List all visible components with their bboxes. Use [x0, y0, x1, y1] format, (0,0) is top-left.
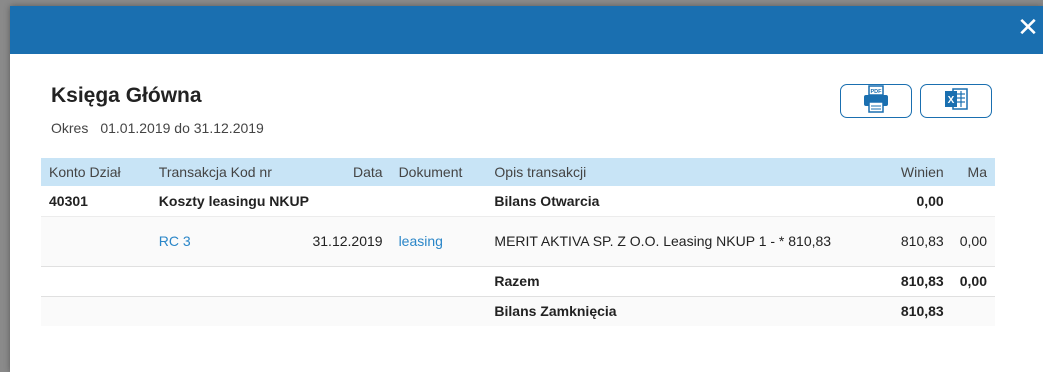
transaction-date: 31.12.2019 [312, 233, 383, 249]
col-header-ma: Ma [967, 164, 987, 180]
opening-balance-label: Bilans Otwarcia [494, 192, 600, 209]
ledger-table: Konto Dział Transakcja Kod nr Data Dokum… [41, 158, 995, 326]
closing-row: Bilans Zamknięcia 810,83 [41, 296, 995, 326]
modal-header: ✕ [10, 6, 1043, 54]
table-header-row: Konto Dział Transakcja Kod nr Data Dokum… [41, 158, 995, 186]
svg-text:X: X [948, 95, 955, 106]
empty-cell [952, 296, 995, 326]
col-header-winien: Winien [900, 164, 944, 180]
total-row: Razem 810,83 0,00 [41, 266, 995, 296]
transaction-description: MERIT AKTIVA SP. Z O.O. Leasing NKUP 1 -… [494, 233, 832, 249]
transaction-code-cell: RC 3 [151, 216, 301, 266]
opening-winien: 0,00 [916, 192, 944, 209]
opening-ma [952, 186, 995, 216]
empty-cell [41, 296, 486, 326]
transaction-winien: 810,83 [900, 233, 944, 249]
pdf-printer-icon: PDF [861, 84, 891, 118]
svg-text:PDF: PDF [871, 89, 883, 95]
col-header-konto: Konto Dział [49, 164, 121, 180]
transaction-ma: 0,00 [959, 233, 987, 249]
period-line: Okres 01.01.2019 do 31.12.2019 [51, 120, 264, 136]
page-title: Księga Główna [51, 84, 202, 107]
export-excel-button[interactable]: X [920, 84, 992, 118]
empty-cell [41, 216, 151, 266]
account-number: 40301 [49, 192, 88, 209]
total-label: Razem [494, 273, 540, 289]
period-value: 01.01.2019 do 31.12.2019 [100, 120, 264, 136]
period-label: Okres [51, 120, 89, 136]
account-name: Koszty leasingu NKUP [158, 192, 309, 209]
col-header-transakcja: Transakcja Kod nr [158, 164, 272, 180]
document-link[interactable]: leasing [399, 233, 443, 249]
close-button[interactable]: ✕ [1013, 12, 1043, 42]
col-header-data: Data [352, 164, 383, 180]
account-row: 40301 Koszty leasingu NKUP Bilans Otwarc… [41, 186, 995, 216]
empty-cell [41, 266, 486, 296]
closing-balance-label: Bilans Zamknięcia [494, 303, 617, 320]
total-ma: 0,00 [959, 273, 987, 289]
excel-icon: X [943, 86, 969, 117]
document-cell: leasing [391, 216, 487, 266]
export-pdf-button[interactable]: PDF [840, 84, 912, 118]
col-header-dokument: Dokument [398, 164, 463, 180]
transaction-code-link[interactable]: RC 3 [159, 233, 191, 249]
closing-winien: 810,83 [900, 303, 944, 320]
table-row: RC 3 31.12.2019 leasing MERIT AKTIVA SP.… [41, 216, 995, 266]
total-winien: 810,83 [900, 273, 944, 289]
col-header-opis: Opis transakcji [494, 164, 587, 180]
